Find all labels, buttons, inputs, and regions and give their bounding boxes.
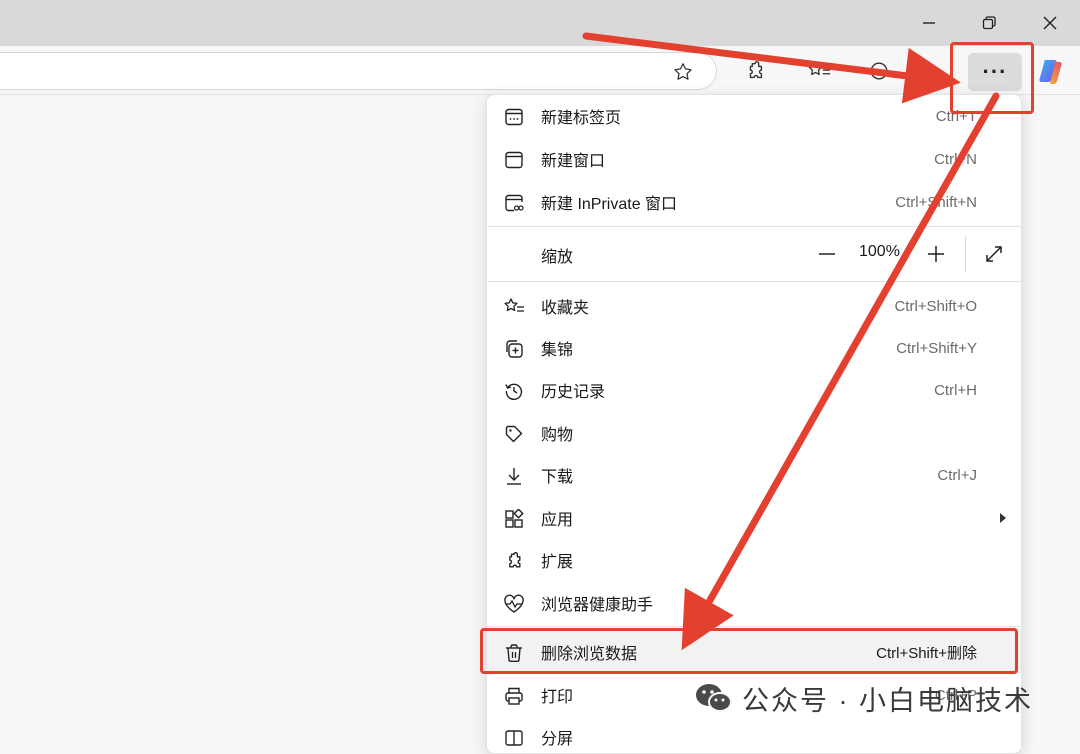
menu-item-shortcut: Ctrl+H bbox=[934, 381, 977, 399]
trash-icon bbox=[503, 642, 525, 664]
watermark-text: 公众号 · 小白电脑技术 bbox=[742, 685, 1033, 716]
menu-item-shortcut: Ctrl+Shift+删除 bbox=[876, 644, 977, 662]
star-icon bbox=[674, 63, 692, 80]
menu-item-label: 购物 bbox=[541, 427, 574, 444]
favorites-icon bbox=[808, 62, 831, 76]
feedback-icon bbox=[870, 62, 888, 80]
zoom-out-button[interactable] bbox=[811, 238, 843, 270]
inprivate-icon bbox=[503, 192, 525, 214]
submenu-arrow-icon bbox=[999, 512, 1007, 524]
menu-item-label: 打印 bbox=[541, 689, 574, 706]
plus-icon bbox=[928, 246, 944, 262]
close-icon bbox=[1043, 16, 1057, 30]
menu-item-extensions[interactable]: 扩展 bbox=[487, 539, 1021, 581]
browser-health-icon bbox=[503, 593, 525, 615]
menu-item-label: 删除浏览数据 bbox=[541, 646, 638, 663]
menu-item-clear-browsing-data[interactable]: 删除浏览数据 Ctrl+Shift+删除 bbox=[487, 631, 1021, 673]
fullscreen-icon bbox=[986, 246, 1002, 262]
menu-item-label: 下载 bbox=[541, 469, 574, 486]
new-tab-icon bbox=[503, 106, 525, 128]
history-icon bbox=[503, 380, 525, 402]
menu-item-apps[interactable]: 应用 bbox=[487, 497, 1021, 539]
copilot-icon bbox=[1039, 60, 1062, 84]
print-icon bbox=[503, 685, 525, 707]
menu-separator bbox=[487, 626, 1021, 627]
menu-item-shortcut: Ctrl+Shift+N bbox=[895, 193, 977, 211]
zoom-divider bbox=[965, 236, 966, 272]
zoom-label: 缩放 bbox=[541, 249, 574, 266]
menu-item-shortcut: Ctrl+T bbox=[935, 107, 977, 125]
split-screen-icon bbox=[503, 727, 525, 749]
extensions-icon bbox=[503, 550, 525, 572]
collections-icon bbox=[503, 338, 525, 360]
more-options-button[interactable]: ··· bbox=[968, 53, 1022, 91]
address-bar[interactable] bbox=[0, 52, 717, 90]
menu-item-label: 分屏 bbox=[541, 731, 574, 748]
menu-item-label: 新建窗口 bbox=[541, 153, 606, 170]
menu-item-downloads[interactable]: 下载 Ctrl+J bbox=[487, 454, 1021, 496]
menu-separator bbox=[487, 281, 1021, 282]
menu-item-shortcut: Ctrl+J bbox=[937, 466, 977, 484]
extensions-icon bbox=[749, 61, 763, 79]
title-bar bbox=[0, 0, 1080, 46]
zoom-row: 缩放 100% bbox=[487, 228, 1021, 280]
menu-separator bbox=[487, 226, 1021, 227]
menu-item-label: 收藏夹 bbox=[541, 300, 590, 317]
restore-button[interactable] bbox=[969, 8, 1009, 38]
minimize-icon bbox=[923, 22, 935, 24]
menu-item-new-window[interactable]: 新建窗口 Ctrl+N bbox=[487, 138, 1021, 180]
menu-item-label: 历史记录 bbox=[541, 384, 606, 401]
menu-item-new-tab[interactable]: 新建标签页 Ctrl+T bbox=[487, 95, 1021, 137]
copilot-button[interactable] bbox=[1036, 56, 1068, 86]
restore-icon bbox=[982, 16, 996, 30]
watermark: 公众号 · 小白电脑技术 bbox=[694, 678, 1033, 718]
wechat-icon bbox=[696, 684, 732, 712]
shopping-tag-icon bbox=[503, 423, 525, 445]
zoom-in-button[interactable] bbox=[920, 238, 952, 270]
feedback-button[interactable] bbox=[866, 58, 892, 84]
menu-item-browser-health[interactable]: 浏览器健康助手 bbox=[487, 582, 1021, 624]
minimize-button[interactable] bbox=[909, 8, 949, 38]
menu-item-label: 应用 bbox=[541, 512, 574, 529]
settings-menu: 新建标签页 Ctrl+T 新建窗口 Ctrl+N 新建 InPrivate 窗口… bbox=[486, 94, 1022, 754]
menu-item-shortcut: Ctrl+N bbox=[934, 150, 977, 168]
menu-item-collections[interactable]: 集锦 Ctrl+Shift+Y bbox=[487, 327, 1021, 369]
zoom-value: 100% bbox=[859, 243, 900, 260]
menu-item-shortcut: Ctrl+Shift+Y bbox=[896, 339, 977, 357]
menu-item-new-inprivate[interactable]: 新建 InPrivate 窗口 Ctrl+Shift+N bbox=[487, 181, 1021, 223]
close-button[interactable] bbox=[1030, 8, 1070, 38]
new-window-icon bbox=[503, 149, 525, 171]
download-icon bbox=[503, 465, 525, 487]
browser-toolbar bbox=[0, 46, 1080, 95]
menu-item-label: 新建 InPrivate 窗口 bbox=[541, 196, 678, 213]
menu-item-label: 集锦 bbox=[541, 342, 574, 359]
menu-item-history[interactable]: 历史记录 Ctrl+H bbox=[487, 369, 1021, 411]
fullscreen-button[interactable] bbox=[978, 238, 1010, 270]
menu-item-label: 新建标签页 bbox=[541, 110, 622, 127]
apps-icon bbox=[503, 508, 525, 530]
menu-item-label: 扩展 bbox=[541, 554, 574, 571]
favorite-star-button[interactable] bbox=[671, 60, 695, 84]
minus-icon bbox=[819, 253, 835, 255]
extensions-button[interactable] bbox=[742, 58, 768, 84]
menu-item-label: 浏览器健康助手 bbox=[541, 597, 654, 614]
menu-item-split-screen[interactable]: 分屏 bbox=[487, 716, 1021, 753]
menu-item-shopping[interactable]: 购物 bbox=[487, 412, 1021, 454]
favorites-icon bbox=[503, 296, 525, 318]
menu-item-favorites[interactable]: 收藏夹 Ctrl+Shift+O bbox=[487, 285, 1021, 327]
menu-item-shortcut: Ctrl+Shift+O bbox=[894, 297, 977, 315]
favorites-button[interactable] bbox=[806, 58, 834, 84]
